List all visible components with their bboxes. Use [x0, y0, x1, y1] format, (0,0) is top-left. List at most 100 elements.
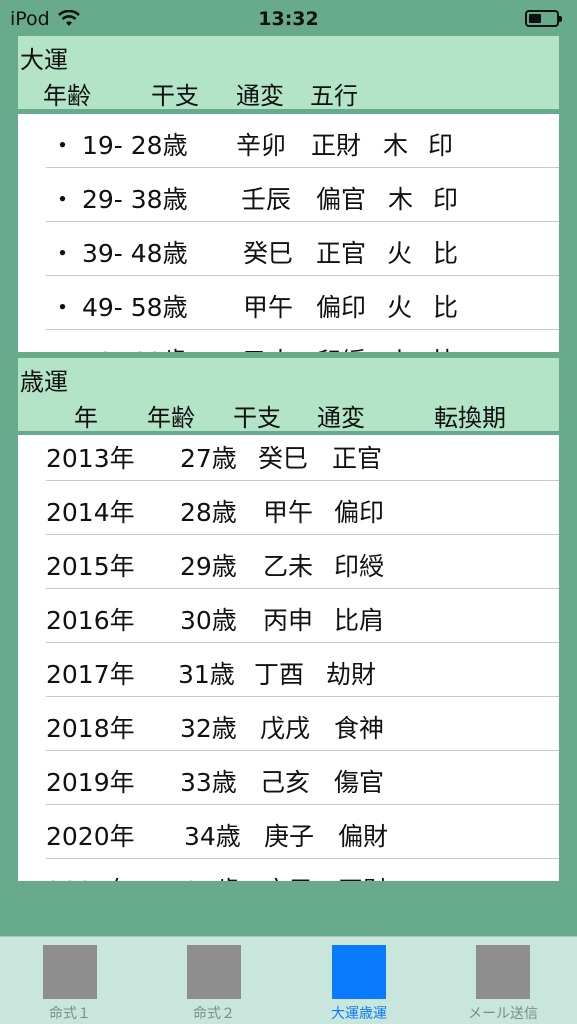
meishiki-2-icon: [187, 945, 241, 999]
tab-bar: 命式１ 命式２ 大運歳運 メール送信: [0, 936, 577, 1024]
taiun-row[interactable]: ・ 29- 38歳 壬辰 偏官 木 印: [46, 168, 559, 222]
row-kanshi: 甲午: [263, 498, 314, 527]
row-tsuhen: 偏官: [316, 185, 367, 214]
row-year: 2014年: [46, 498, 135, 527]
taiun-col-age: 年齢: [43, 82, 91, 110]
row-tsuhen: 正財: [338, 871, 388, 881]
row-year: 2016年: [46, 606, 135, 635]
taiun-row[interactable]: ・ 19- 28歳 辛卯 正財 木 印: [46, 114, 559, 168]
row-extra: 比: [433, 293, 459, 322]
saiun-row[interactable]: 2015年 29歳 乙未 印綬: [46, 535, 559, 589]
taiun-row[interactable]: ・ 39- 48歳 癸巳 正官 火 比: [46, 222, 559, 276]
row-kanshi: 壬辰: [241, 185, 292, 214]
tab-taiun-saiun[interactable]: 大運歳運: [289, 937, 433, 1024]
row-tsuhen: 食神: [334, 714, 385, 743]
tab-label: 命式１: [49, 1006, 91, 1022]
row-gogyo: 木: [383, 131, 409, 160]
saiun-col-kanshi: 干支: [233, 404, 281, 432]
row-kanshi: 癸巳: [243, 239, 294, 268]
taiun-col-kanshi: 干支: [151, 82, 199, 110]
taiun-saiun-icon: [332, 945, 386, 999]
saiun-header: 歳運 年 年齢 干支 通変 転換期: [18, 358, 559, 432]
row-tsuhen: 偏印: [334, 498, 385, 527]
row-kanshi: 癸巳: [258, 444, 309, 473]
row-age: 49- 58歳: [82, 293, 188, 322]
row-age: 35歳: [184, 871, 241, 881]
row-kanshi: 甲午: [243, 293, 294, 322]
row-tsuhen: 印綬: [334, 552, 385, 581]
saiun-row[interactable]: 2018年 32歳 戊戌 食神: [46, 697, 559, 751]
saiun-title: 歳運: [20, 368, 68, 396]
row-gogyo: 火: [387, 293, 413, 322]
saiun-row[interactable]: 2014年 28歳 甲午 偏印: [46, 481, 559, 535]
taiun-list[interactable]: ・ 19- 28歳 辛卯 正財 木 印 ・ 29- 38歳 壬辰 偏官 木 印 …: [18, 114, 559, 352]
taiun-col-gogyo: 五行: [310, 82, 358, 110]
tab-meishiki-2[interactable]: 命式２: [144, 937, 288, 1024]
row-kanshi: 辛丑: [264, 871, 314, 881]
row-kanshi: 乙未: [243, 342, 293, 352]
row-age: 32歳: [180, 714, 237, 743]
tab-label: 大運歳運: [331, 1006, 387, 1022]
taiun-row[interactable]: ・ 49- 58歳 甲午 偏印 火 比: [46, 276, 559, 330]
row-kanshi: 丁酉: [254, 660, 305, 689]
saiun-row[interactable]: 2013年 27歳 癸巳 正官: [46, 435, 559, 481]
row-year: 2015年: [46, 552, 135, 581]
row-bullet: ・: [50, 293, 76, 322]
row-tsuhen: 偏財: [338, 822, 389, 851]
row-year: 2020年: [46, 822, 135, 851]
row-kanshi: 己亥: [260, 768, 311, 797]
row-tsuhen: 正財: [311, 131, 362, 160]
row-tsuhen: 正官: [316, 239, 367, 268]
row-age: 29- 38歳: [82, 185, 188, 214]
row-bullet: ・: [50, 131, 76, 160]
taiun-col-tsuhen: 通変: [236, 82, 284, 110]
battery-icon: [525, 10, 562, 27]
meishiki-1-icon: [43, 945, 97, 999]
row-tsuhen: 比肩: [334, 606, 385, 635]
row-age: 31歳: [178, 660, 235, 689]
row-tsuhen: 偏印: [316, 293, 367, 322]
row-age: 19- 28歳: [82, 131, 188, 160]
row-tsuhen: 正官: [332, 444, 383, 473]
saiun-col-year: 年: [74, 404, 98, 432]
row-age: 30歳: [180, 606, 237, 635]
saiun-row[interactable]: 2021年 35歳 辛丑 正財: [46, 859, 559, 881]
row-tsuhen: 劫財: [326, 660, 377, 689]
saiun-row[interactable]: 2019年 33歳 己亥 傷官: [46, 751, 559, 805]
row-tsuhen: 印綬: [316, 342, 366, 352]
taiun-title: 大運: [20, 46, 68, 74]
row-bullet: ・: [50, 239, 76, 268]
row-year: 2018年: [46, 714, 135, 743]
taiun-row[interactable]: ・ 59- 68歳 乙未 印綬 火 比: [46, 330, 559, 352]
row-age: 33歳: [180, 768, 237, 797]
row-gogyo: 火: [387, 342, 412, 352]
saiun-row[interactable]: 2020年 34歳 庚子 偏財: [46, 805, 559, 859]
row-age: 39- 48歳: [82, 239, 188, 268]
tab-meishiki-1[interactable]: 命式１: [0, 937, 144, 1024]
mail-send-icon: [476, 945, 530, 999]
row-year: 2021年: [46, 871, 135, 881]
row-age: 59- 68歳: [82, 342, 188, 352]
row-gogyo: 木: [388, 185, 414, 214]
row-kanshi: 辛卯: [236, 131, 287, 160]
row-age: 27歳: [180, 444, 237, 473]
row-age: 29歳: [180, 552, 237, 581]
row-extra: 印: [433, 185, 459, 214]
row-bullet: ・: [50, 342, 75, 352]
saiun-list[interactable]: 2013年 27歳 癸巳 正官 2014年 28歳 甲午 偏印 2015年 29…: [18, 435, 559, 881]
status-time: 13:32: [258, 8, 319, 30]
row-year: 2013年: [46, 444, 135, 473]
row-age: 34歳: [184, 822, 241, 851]
saiun-col-tsuhen: 通変: [317, 404, 365, 432]
saiun-row[interactable]: 2017年 31歳 丁酉 劫財: [46, 643, 559, 697]
row-extra: 比: [433, 342, 458, 352]
row-year: 2017年: [46, 660, 135, 689]
row-kanshi: 丙申: [263, 606, 314, 635]
saiun-col-age: 年齢: [147, 404, 195, 432]
row-kanshi: 庚子: [264, 822, 315, 851]
tab-label: メール送信: [468, 1006, 538, 1022]
saiun-row[interactable]: 2016年 30歳 丙申 比肩: [46, 589, 559, 643]
row-extra: 印: [428, 131, 454, 160]
tab-mail-send[interactable]: メール送信: [433, 937, 577, 1024]
row-kanshi: 乙未: [263, 552, 314, 581]
